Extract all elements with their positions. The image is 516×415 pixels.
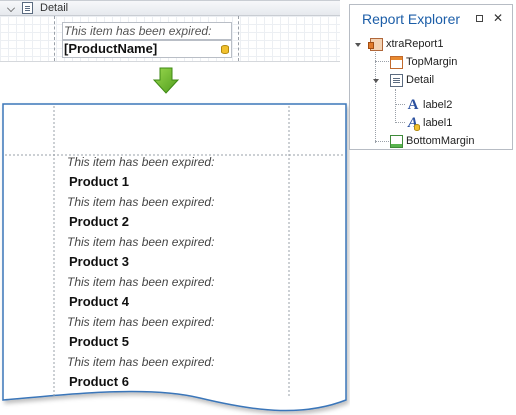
label1-control[interactable]: [ProductName] [62, 40, 232, 58]
preview-caption: This item has been expired: [67, 355, 215, 369]
bottom-margin-icon [390, 134, 403, 148]
preview-row: This item has been expired: Product 5 [67, 315, 214, 349]
database-icon [221, 45, 229, 54]
preview-caption: This item has been expired: [67, 235, 215, 249]
detail-band-icon [390, 73, 403, 87]
preview-row: This item has been expired: Product 1 [67, 155, 214, 189]
tree-node-root[interactable]: xtraReport1 [368, 35, 444, 53]
preview-product-name: Product 2 [69, 214, 129, 229]
top-margin-icon [390, 55, 403, 69]
preview-row: This item has been expired: Product 3 [67, 235, 214, 269]
tree-connector [395, 122, 405, 123]
report-designer-surface: Detail This item has been expired: [Prod… [0, 0, 340, 62]
tree-node-label: BottomMargin [406, 135, 475, 147]
tree-node-label: xtraReport1 [386, 38, 444, 50]
label1-text: [ProductName] [64, 41, 158, 56]
label2-text: This item has been expired: [64, 24, 212, 38]
report-preview: This item has been expired: Product 1 Th… [0, 100, 350, 415]
preview-product-name: Product 4 [69, 294, 129, 309]
preview-caption: This item has been expired: [67, 275, 215, 289]
preview-product-name: Product 5 [69, 334, 129, 349]
band-collapse-icon[interactable] [7, 4, 15, 12]
left-margin-guide [54, 16, 55, 61]
tree-connector [375, 141, 389, 142]
tree-node-label: TopMargin [406, 56, 458, 68]
report-explorer-panel: Report Explorer ✕ xtraReport1 TopMargin … [349, 4, 513, 150]
expand-root-icon[interactable] [355, 43, 361, 47]
expand-detail-icon[interactable] [373, 79, 379, 83]
preview-row: This item has been expired: Product 2 [67, 195, 214, 229]
tree-connector [395, 104, 405, 105]
tree-node-top-margin[interactable]: TopMargin [390, 53, 457, 71]
preview-caption: This item has been expired: [67, 315, 215, 329]
label-icon: A [407, 96, 419, 113]
tree-node-label: label1 [423, 117, 453, 129]
detail-band-icon [22, 2, 33, 14]
preview-caption: This item has been expired: [67, 155, 215, 169]
detail-band-header[interactable]: Detail [0, 0, 340, 16]
band-title: Detail [40, 2, 69, 14]
panel-title: Report Explorer [362, 11, 461, 27]
tree-node-bottom-margin[interactable]: BottomMargin [390, 132, 474, 150]
tree-node-label1[interactable]: A label1 [406, 114, 452, 132]
preview-row: This item has been expired: Product 6 [67, 355, 214, 389]
preview-product-name: Product 3 [69, 254, 129, 269]
tree-node-label: Detail [406, 74, 435, 86]
close-icon[interactable]: ✕ [493, 11, 503, 25]
preview-caption: This item has been expired: [67, 195, 215, 209]
preview-product-name: Product 1 [69, 174, 129, 189]
tree-node-detail[interactable]: Detail [390, 71, 434, 89]
label2-control[interactable]: This item has been expired: [62, 22, 232, 40]
tree-node-label2[interactable]: A label2 [406, 96, 453, 114]
tree-connector [375, 61, 389, 62]
tree-node-label: label2 [423, 99, 453, 111]
preview-row: This item has been expired: Product 4 [67, 275, 214, 309]
report-icon [368, 37, 383, 51]
data-label-icon: A [407, 114, 420, 131]
pin-icon[interactable] [476, 15, 483, 22]
down-arrow-icon [152, 67, 180, 94]
preview-product-name: Product 6 [69, 374, 129, 389]
right-margin-guide [238, 16, 239, 61]
tree-connector [375, 49, 376, 143]
tree-connector [395, 89, 396, 123]
